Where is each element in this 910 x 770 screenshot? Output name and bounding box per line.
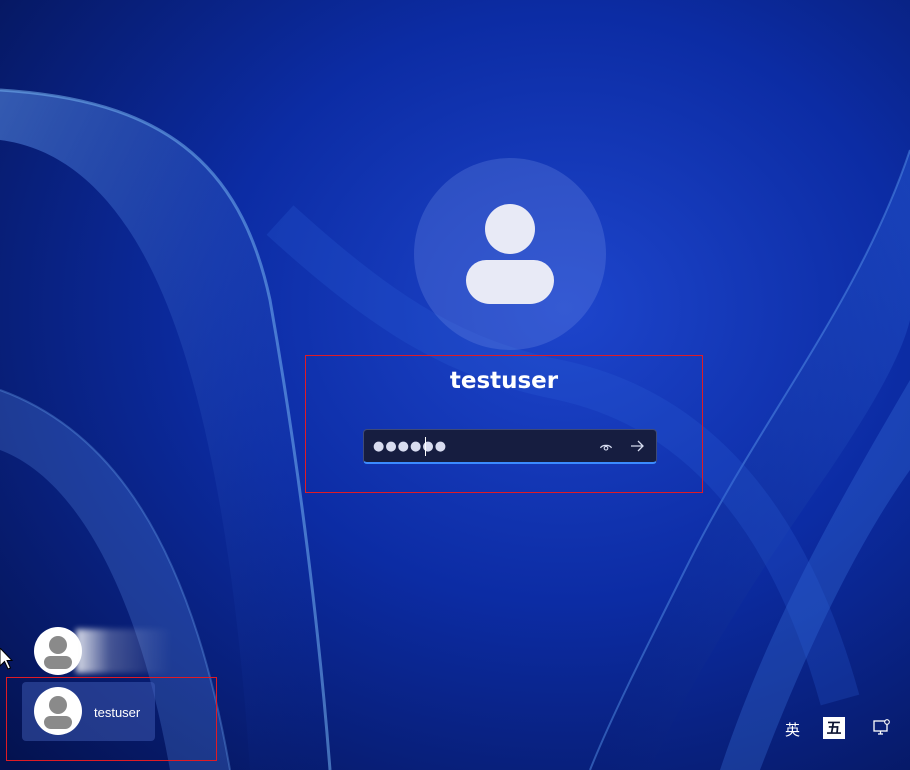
user-avatar-large xyxy=(414,158,606,350)
avatar-head-icon xyxy=(49,636,67,654)
language-indicator[interactable]: 英 xyxy=(785,719,800,740)
user-switcher-item-testuser[interactable]: testuser xyxy=(22,682,155,741)
avatar-body-icon xyxy=(44,716,72,729)
mouse-cursor-icon xyxy=(0,648,14,670)
user-switcher-label: testuser xyxy=(94,705,141,720)
blurred-username xyxy=(76,629,172,673)
user-avatar-small xyxy=(34,687,82,735)
password-field[interactable]: ●●●●●● xyxy=(363,429,657,464)
avatar-head-icon xyxy=(485,204,535,254)
avatar-body-icon xyxy=(44,656,72,669)
ime-mode-indicator[interactable]: 五 xyxy=(823,717,845,739)
accessibility-icon[interactable] xyxy=(872,718,892,738)
lock-screen: testuser ●●●●●● testuser 英 五 xyxy=(0,0,910,770)
username-title: testuser xyxy=(449,368,559,394)
user-switcher-item-other[interactable] xyxy=(34,627,174,677)
password-masked-value: ●●●●●● xyxy=(373,439,448,454)
avatar-head-icon xyxy=(49,696,67,714)
eye-icon[interactable] xyxy=(599,440,613,454)
avatar-body-icon xyxy=(466,260,554,304)
text-caret xyxy=(425,437,426,456)
arrow-right-icon[interactable] xyxy=(629,438,645,454)
user-avatar-small xyxy=(34,627,82,675)
